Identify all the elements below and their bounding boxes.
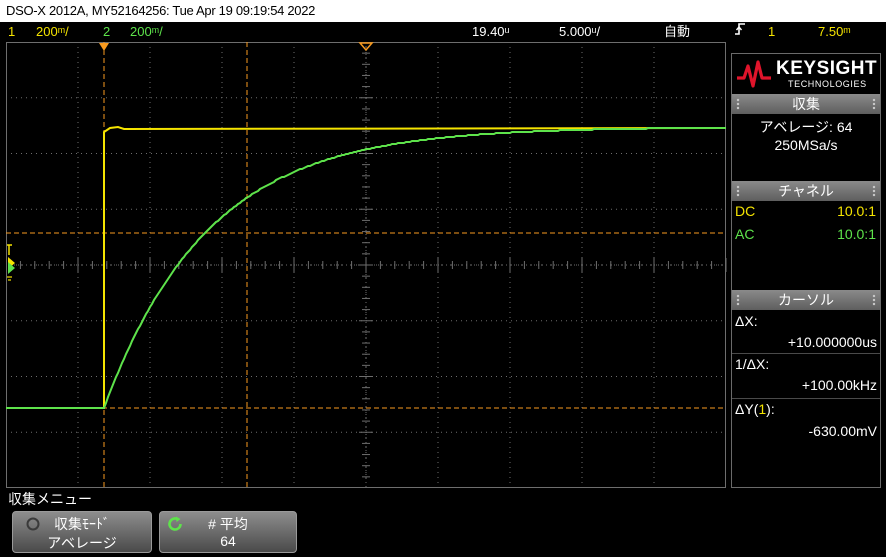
grip-icon [872,294,876,306]
acquisition-header-label: 収集 [792,96,820,112]
cursor-inv-dx-value: +100.00kHz [801,377,877,393]
trigger-mode[interactable]: 自動 [664,22,690,42]
status-bar: 1 200ᵐ/ 2 200ᵐ/ 19.40ᵘ 5.000ᵘ/ 自動 1 7.50… [0,22,886,42]
cursor-header[interactable]: カーソル [732,290,880,310]
grip-icon [872,185,876,197]
channel2-probe: 10.0:1 [837,226,876,242]
logo-brand: KEYSIGHT [776,58,878,79]
trigger-level[interactable]: 7.50ᵐ [818,22,851,42]
average-count-softkey[interactable]: # 平均 64 [159,511,297,553]
channel-header[interactable]: チャネル [732,181,880,201]
cursor-dy-value: -630.00mV [808,423,877,439]
menu-title: 収集メニュー [8,491,92,507]
average-count-value: 64 [220,533,236,549]
channel2-coupling: AC [735,226,755,242]
cursor-dy-suffix: ): [766,401,775,417]
cursor-dx-label: ΔX: [735,313,758,329]
grip-icon [736,98,740,110]
acquire-mode-value: アベレージ [47,535,117,551]
channel2-number[interactable]: 2 [103,22,110,42]
grip-icon [872,98,876,110]
title-bar: DSO-X 2012A, MY52164256: Tue Apr 19 09:1… [0,0,886,22]
separator [732,398,880,399]
cursor-dy-prefix: ΔY( [735,401,759,417]
average-count-label: # 平均 [208,516,248,532]
keysight-wave-icon [737,60,771,88]
grip-icon [736,185,740,197]
timebase-scale[interactable]: 5.000ᵘ/ [559,22,600,42]
channel2-scale[interactable]: 200ᵐ/ [130,22,163,42]
waveform-display[interactable] [6,42,728,488]
cursor-dy-label: ΔY(1): [735,401,883,417]
horizontal-delay[interactable]: 19.40ᵘ [472,22,510,42]
sample-rate: 250MSa/s [774,137,838,153]
cursor-inv-dx-label: 1/ΔX: [735,356,770,372]
trigger-source[interactable]: 1 [768,22,775,42]
rising-edge-icon [734,22,746,42]
logo-sub: TECHNOLOGIES [788,79,867,89]
grip-icon [736,294,740,306]
cursor-header-label: カーソル [778,292,834,308]
cursor-dy-channel: 1 [758,401,767,417]
keysight-logo: KEYSIGHT TECHNOLOGIES [732,54,880,94]
channel1-coupling: DC [735,203,756,219]
cursor-dx-value: +10.000000us [787,334,877,350]
acquire-mode-label: 収集ﾓｰﾄﾞ [54,516,110,532]
channel1-probe: 10.0:1 [837,203,876,219]
channel-header-label: チャネル [778,183,834,199]
channel1-scale[interactable]: 200ᵐ/ [36,22,69,42]
acquire-mode-softkey[interactable]: 収集ﾓｰﾄﾞ アベレージ [12,511,152,553]
acquisition-header[interactable]: 収集 [732,94,880,114]
channel1-number[interactable]: 1 [8,22,15,42]
acquisition-mode: アベレージ: 64 [759,119,853,135]
separator [732,353,880,354]
